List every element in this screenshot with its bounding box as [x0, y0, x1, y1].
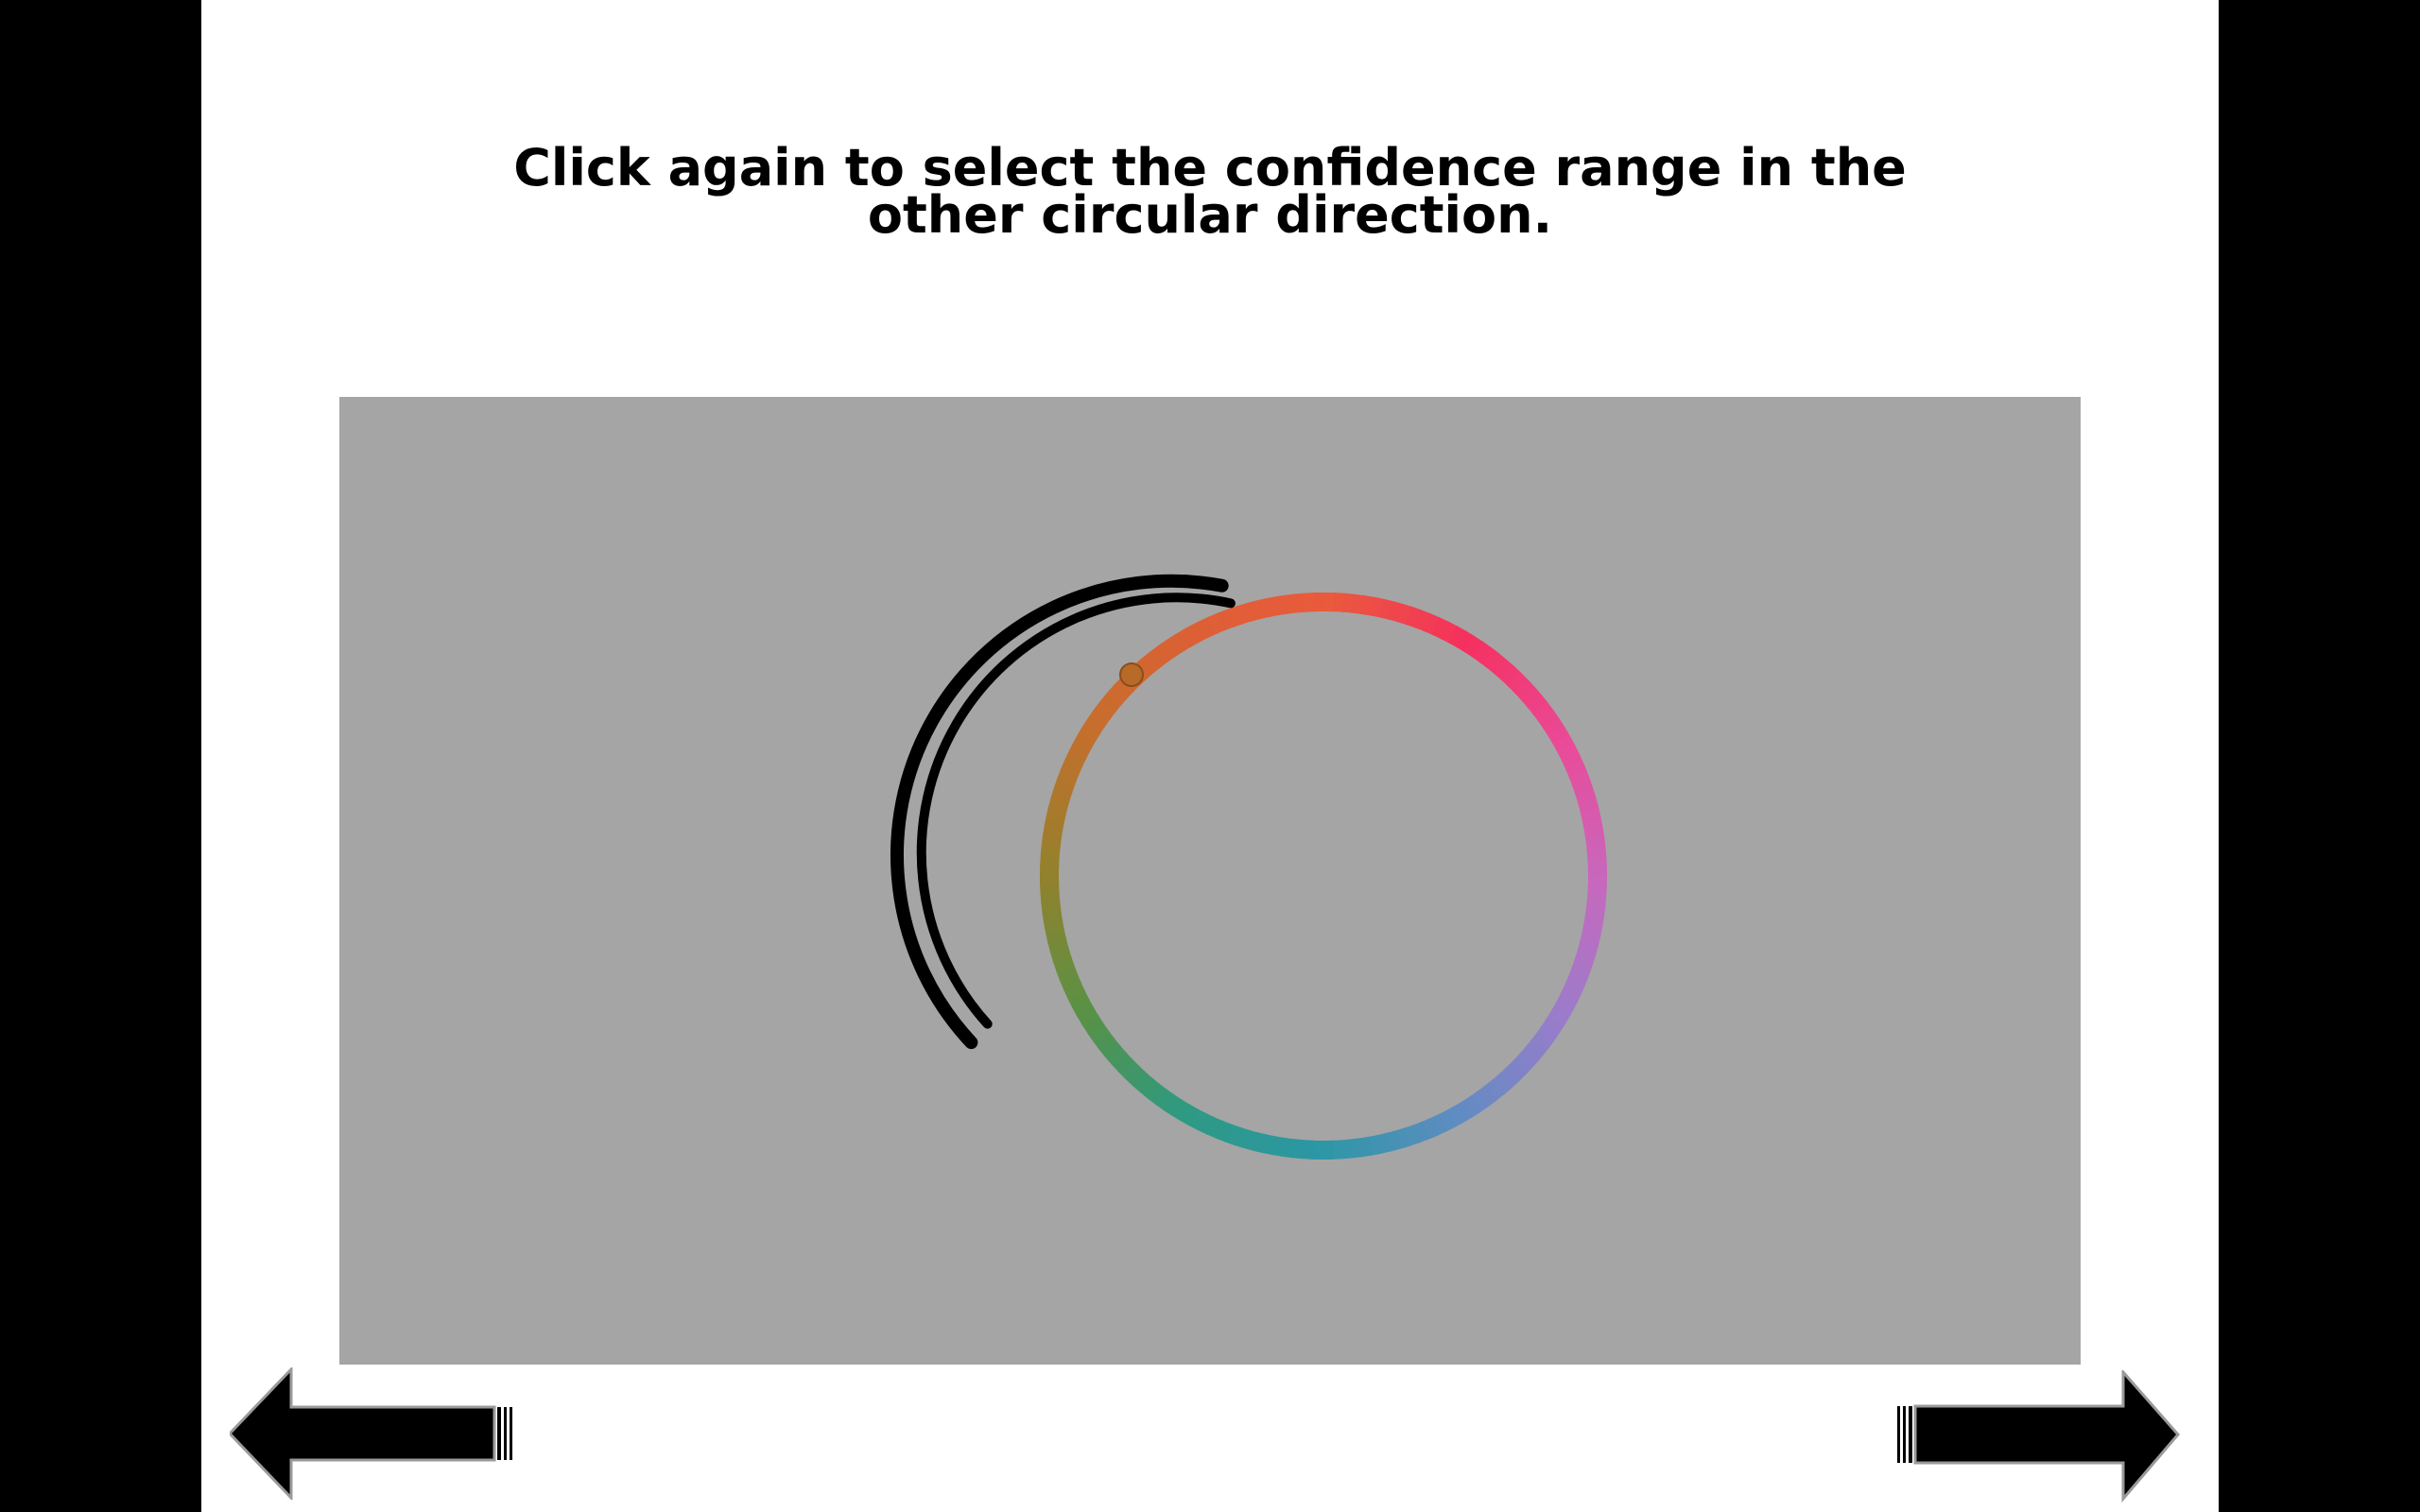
left-arrow-icon[interactable]: [230, 1367, 513, 1500]
response-panel[interactable]: [339, 397, 2081, 1365]
selection-marker[interactable]: [1119, 662, 1144, 687]
confidence-range-arc: [916, 593, 1236, 1029]
instruction-text: Click again to select the confidence ran…: [201, 143, 2219, 245]
right-arrow-icon[interactable]: [1896, 1370, 2180, 1503]
color-wheel[interactable]: [339, 397, 2081, 1365]
instruction-line-2: other circular direction.: [867, 185, 1553, 245]
experiment-screen: Click again to select the confidence ran…: [201, 0, 2219, 1512]
